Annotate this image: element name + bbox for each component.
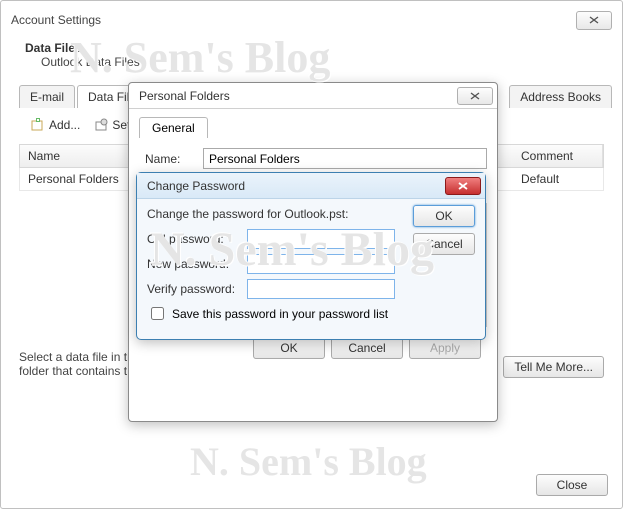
pf-name-label: Name: [145,152,193,166]
pf-title: Personal Folders [139,89,230,103]
cp-new-label: New password: [147,257,247,271]
cp-verify-label: Verify password: [147,282,247,296]
cp-save-label: Save this password in your password list [172,307,388,321]
cp-close-button[interactable] [445,177,481,195]
cp-verify-input[interactable] [247,279,395,299]
tab-email[interactable]: E-mail [19,85,75,108]
cp-old-input[interactable] [247,229,395,249]
col-comment[interactable]: Comment [513,145,603,167]
add-icon [31,118,45,132]
change-password-dialog: Change Password Change the password for … [136,172,486,340]
pf-name-input[interactable] [203,148,487,169]
tab-address-books[interactable]: Address Books [509,85,612,108]
close-button[interactable]: Close [536,474,608,496]
pf-tab-general[interactable]: General [139,117,208,138]
pf-close-button[interactable] [457,87,493,105]
section-title: Data Files [25,41,612,55]
window-close-button[interactable] [576,11,612,30]
tell-me-more-button[interactable]: Tell Me More... [503,356,604,378]
cell-comment: Default [513,168,603,190]
add-button[interactable]: Add... [27,116,84,134]
pf-apply-button: Apply [409,337,481,359]
cp-title: Change Password [147,179,245,193]
cp-new-input[interactable] [247,254,395,274]
section-subtitle: Outlook Data Files [41,55,612,69]
cp-save-checkbox[interactable] [151,307,164,320]
cp-cancel-button[interactable]: Cancel [413,233,475,255]
cp-old-label: Old password: [147,232,247,246]
gear-icon [94,118,108,132]
add-label: Add... [49,118,80,132]
pf-ok-button[interactable]: OK [253,337,325,359]
pf-cancel-button[interactable]: Cancel [331,337,403,359]
cp-ok-button[interactable]: OK [413,205,475,227]
window-title: Account Settings [11,13,101,27]
